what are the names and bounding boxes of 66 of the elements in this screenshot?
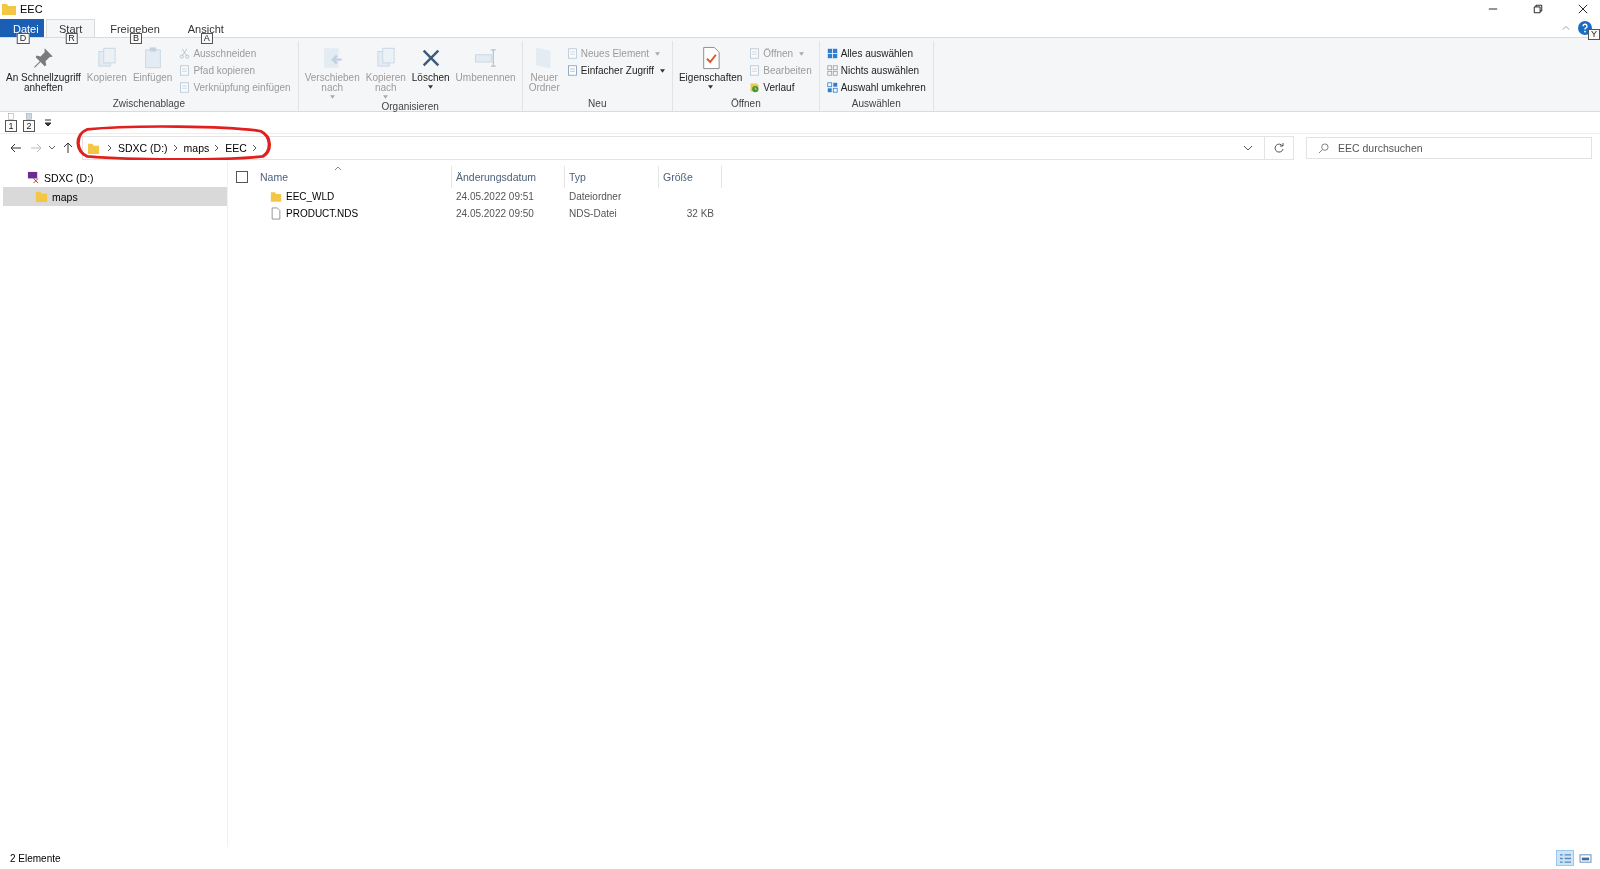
file-name[interactable]: EEC_WLD	[286, 191, 335, 202]
close-icon[interactable]	[1578, 4, 1588, 14]
item-count: 2 Elemente	[10, 852, 61, 864]
column-header[interactable]: Änderungsdatum	[452, 166, 565, 188]
group-label: Auswählen	[850, 98, 902, 111]
address-bar[interactable]: SDXC (D:) maps EEC	[82, 136, 1294, 160]
chevron-icon[interactable]	[172, 144, 179, 152]
details-view-icon	[1558, 852, 1572, 864]
table-cell: 24.05.2022 09:50	[456, 208, 534, 219]
cut-icon	[179, 48, 191, 59]
keytip: 1	[5, 119, 17, 132]
tiles-view-icon	[1578, 852, 1592, 864]
caret-icon	[799, 51, 805, 56]
drive-icon	[27, 171, 40, 184]
caret-icon	[659, 68, 665, 73]
breadcrumb[interactable]: EEC	[225, 142, 247, 154]
recent-locations-icon[interactable]	[48, 145, 56, 151]
folder-icon	[87, 141, 100, 155]
search-icon	[1318, 143, 1329, 154]
table-cell: 24.05.2022 09:51	[456, 191, 534, 202]
chevron-icon[interactable]	[214, 144, 221, 152]
ribbon-button[interactable]: Auswahl umkehren	[823, 79, 929, 96]
customize-toolbar-icon[interactable]	[44, 118, 52, 127]
search-field[interactable]: EEC durchsuchen	[1306, 137, 1592, 159]
keytip: 2	[23, 119, 35, 132]
select-all-checkbox[interactable]	[236, 171, 248, 183]
group-label: Neu	[587, 98, 608, 111]
caret-icon	[655, 51, 661, 56]
window-title: EEC	[20, 3, 43, 15]
column-header[interactable]: Name	[256, 166, 452, 188]
group-label: Organisieren	[380, 101, 440, 114]
caret-icon	[329, 95, 335, 99]
tree-item[interactable]: SDXC (D:)	[3, 168, 227, 187]
dropdown-icon[interactable]	[1243, 145, 1253, 151]
caret-icon	[383, 95, 389, 99]
chevron-icon[interactable]	[107, 144, 113, 152]
ribbon-button[interactable]: Nichts auswählen	[823, 62, 929, 79]
folder-icon	[2, 2, 16, 16]
file-name[interactable]: PRODUCT.NDS	[286, 208, 359, 219]
caret-icon	[428, 85, 434, 89]
folder-icon	[35, 190, 48, 203]
file-icon	[270, 207, 282, 220]
column-header[interactable]: Typ	[565, 166, 659, 188]
column-header[interactable]: Größe	[659, 166, 722, 188]
ribbon-button[interactable]: Einfacher Zugriff	[563, 62, 668, 79]
ribbon-button[interactable]: Alles auswählen	[823, 45, 929, 62]
ribbon-button[interactable]: Eigenschaften	[676, 43, 745, 91]
breadcrumb[interactable]: SDXC (D:)	[118, 142, 168, 154]
tree-item[interactable]: maps	[3, 187, 227, 206]
chevron-icon[interactable]	[251, 144, 258, 152]
folder-icon	[270, 190, 282, 203]
up-icon[interactable]	[62, 142, 74, 154]
details-view-button[interactable]	[1556, 850, 1574, 866]
sort-ascending-icon	[334, 166, 342, 171]
table-cell: Dateiordner	[569, 191, 622, 202]
group-label: Zwischenablage	[111, 98, 186, 111]
ribbon-button[interactable]: An Schnellzugriff anheften	[4, 43, 83, 95]
table-cell: 32 KB	[686, 208, 714, 219]
table-cell: NDS-Datei	[569, 208, 617, 219]
ribbon-button[interactable]: Löschen	[409, 43, 452, 91]
ribbon-button[interactable]: Verlauf	[746, 79, 815, 96]
group-label: Öffnen	[729, 98, 762, 111]
restore-icon[interactable]	[1533, 4, 1543, 14]
back-icon[interactable]	[10, 142, 22, 154]
caret-icon	[708, 85, 714, 89]
breadcrumb[interactable]: maps	[183, 142, 210, 154]
